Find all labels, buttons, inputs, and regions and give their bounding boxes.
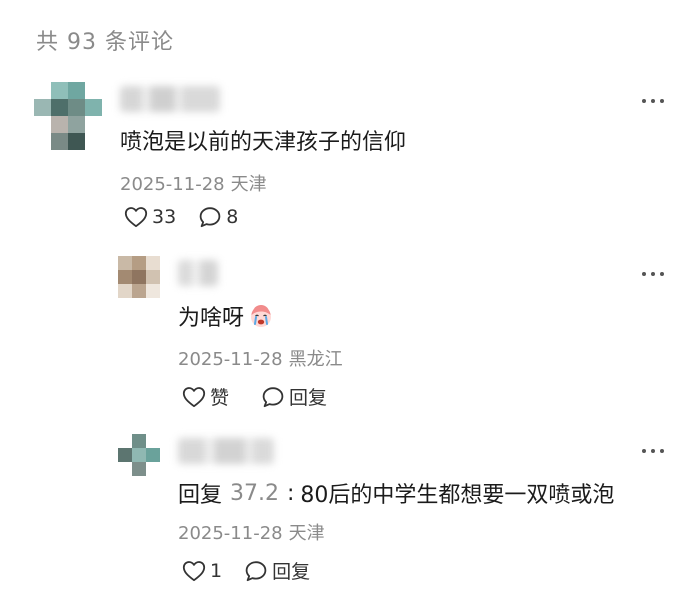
like-button[interactable]: 33 [124,206,176,228]
avatar-mosaic-cell [68,116,85,133]
avatar-mosaic-cell [34,82,51,99]
avatar-mosaic-cell [146,462,160,476]
heart-outline-icon [182,386,206,407]
like-label: 赞 [210,387,230,409]
reply-text-content: 为啥呀 [178,306,245,331]
avatar-mosaic-cell [85,133,102,150]
heart-outline-icon [182,560,206,581]
avatar-mosaic-cell [34,133,51,150]
avatar-mosaic-cell [118,270,132,284]
more-icon[interactable] [642,98,664,104]
avatar[interactable] [118,256,160,298]
avatar-mosaic-cell [146,256,160,270]
reply-button[interactable]: 回复 [244,557,310,584]
avatar-mosaic-cell [85,116,102,133]
speech-bubble-icon [245,560,267,581]
reply-text-content: 80后的中学生都想要一双喷或泡 [300,483,615,508]
avatar-mosaic-cell [68,99,85,116]
reply-count: 8 [226,206,239,228]
avatar-mosaic-cell [51,116,68,133]
comment-actions: 1 回复 [182,557,310,584]
reply-text: 回复 37.2:80后的中学生都想要一双喷或泡 [178,477,614,509]
avatar-mosaic-cell [132,270,146,284]
comment-location: 天津 [230,174,267,195]
comment-meta: 2025-11-28 黑龙江 [178,345,343,371]
avatar-mosaic-cell [132,462,146,476]
comment-actions: 33 8 [124,206,238,228]
reply-text: 为啥呀 [178,300,274,332]
avatar-mosaic-cell [51,82,68,99]
comment-date: 2025-11-28 [178,523,283,544]
more-icon[interactable] [642,271,664,277]
more-icon[interactable] [642,448,664,454]
crying-face-emoji-icon [248,303,274,329]
like-button[interactable]: 赞 [182,383,229,410]
avatar-mosaic-cell [51,133,68,150]
comment-location: 黑龙江 [288,349,343,370]
avatar-mosaic-cell [146,270,160,284]
reply-colon: : [287,480,295,506]
avatar-mosaic-cell [132,284,146,298]
avatar-mosaic-cell [85,82,102,99]
comment-text: 喷泡是以前的天津孩子的信仰 [120,130,407,155]
username-blurred[interactable] [178,260,218,286]
reply-prefix: 回复 [178,483,223,508]
username-blurred[interactable] [120,86,220,112]
reply-button[interactable]: 回复 [261,383,327,410]
speech-bubble-icon [199,207,221,228]
username-blurred[interactable] [178,438,274,464]
heart-outline-icon [124,207,148,228]
avatar-mosaic-cell [118,434,132,448]
avatar-mosaic-cell [118,284,132,298]
like-count: 33 [152,206,177,228]
avatar-mosaic-cell [68,133,85,150]
avatar-mosaic-cell [85,99,102,116]
avatar[interactable] [34,82,102,150]
avatar-mosaic-cell [146,448,160,462]
avatar-mosaic-cell [34,99,51,116]
like-count: 1 [210,559,223,582]
speech-bubble-icon [262,386,284,407]
comment-actions: 赞 回复 [182,383,327,410]
reply-label: 回复 [289,387,328,409]
comment-date: 2025-11-28 [120,174,225,195]
avatar-mosaic-cell [132,256,146,270]
like-button[interactable]: 1 [182,560,222,582]
avatar-mosaic-cell [51,99,68,116]
avatar-mosaic-cell [132,434,146,448]
comment-location: 天津 [288,523,325,544]
avatar-mosaic-cell [118,462,132,476]
avatar[interactable] [118,434,160,476]
avatar-mosaic-cell [68,82,85,99]
avatar-mosaic-cell [146,434,160,448]
mention-link[interactable]: 37.2 [230,481,279,506]
avatar-mosaic-cell [118,448,132,462]
avatar-mosaic-cell [34,116,51,133]
comment-meta: 2025-11-28 天津 [178,519,325,545]
comment-count: 共 93 条评论 [36,30,174,55]
reply-button[interactable]: 8 [198,206,238,228]
avatar-mosaic-cell [146,284,160,298]
avatar-mosaic-cell [118,256,132,270]
reply-label: 回复 [272,561,311,583]
comment-meta: 2025-11-28 天津 [120,170,267,196]
avatar-mosaic-cell [132,448,146,462]
comment-date: 2025-11-28 [178,349,283,370]
